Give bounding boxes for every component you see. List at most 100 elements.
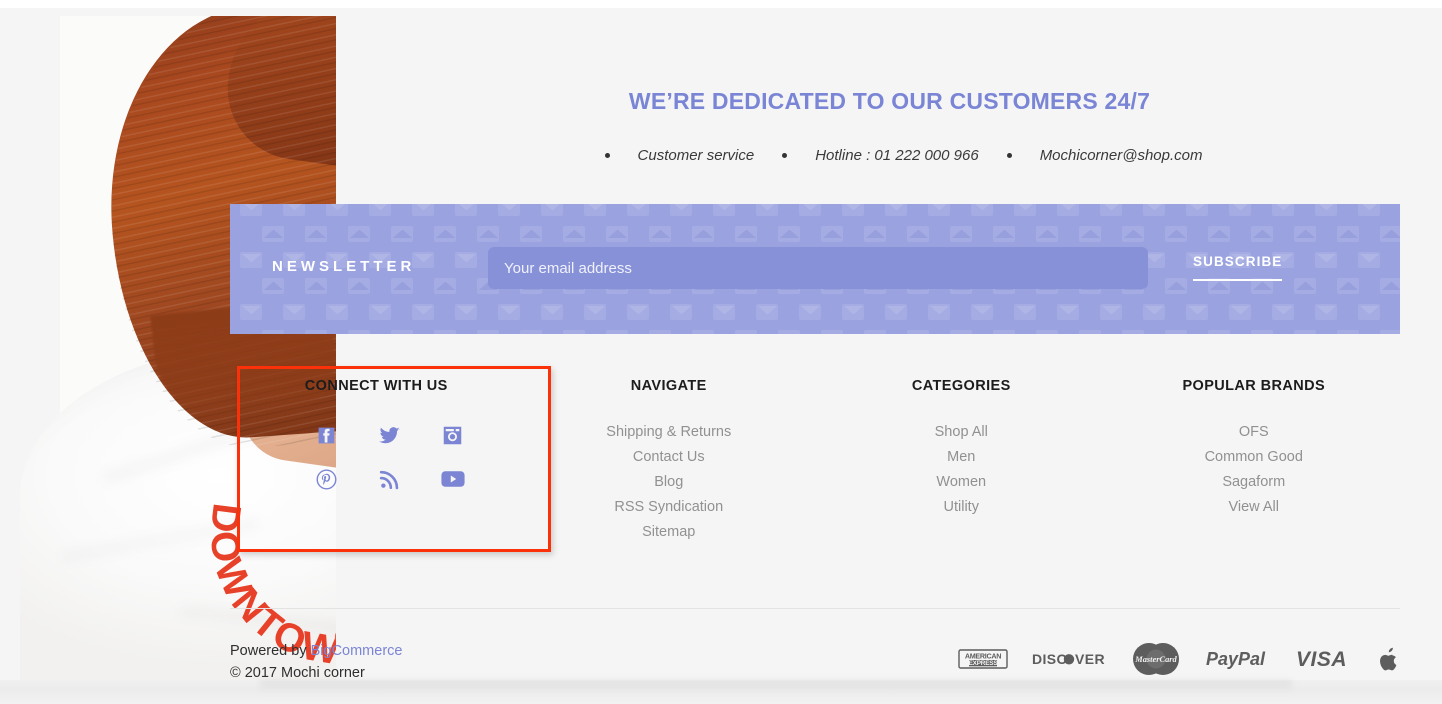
hero-photo-inner: DOWNTOWN bbox=[20, 16, 337, 680]
svg-text:AMERICAN: AMERICAN bbox=[965, 651, 1001, 660]
footer-link-rss-syndication[interactable]: RSS Syndication bbox=[523, 495, 816, 520]
dedication-item-label: Customer service bbox=[637, 147, 755, 164]
mastercard-icon: MasterCard bbox=[1130, 642, 1182, 676]
newsletter-email-input[interactable] bbox=[488, 247, 1148, 289]
envelope-icon bbox=[262, 226, 284, 242]
visa-icon: VISA bbox=[1296, 647, 1354, 671]
envelope-icon bbox=[713, 204, 735, 216]
envelope-icon bbox=[1337, 226, 1359, 242]
social-link-instagram[interactable] bbox=[421, 420, 484, 450]
envelope-icon bbox=[735, 330, 757, 334]
envelope-icon bbox=[584, 304, 606, 320]
rss-icon bbox=[379, 469, 400, 490]
footer-link-men[interactable]: Men bbox=[815, 445, 1108, 470]
footer-link-sagaform[interactable]: Sagaform bbox=[1108, 470, 1401, 495]
envelope-icon bbox=[434, 226, 456, 242]
top-gutter bbox=[0, 0, 1442, 8]
footer-column-title: CONNECT WITH US bbox=[304, 378, 448, 394]
footer-link-blog[interactable]: Blog bbox=[523, 470, 816, 495]
envelope-icon bbox=[735, 226, 757, 242]
envelope-icon bbox=[520, 330, 542, 334]
envelope-icon bbox=[799, 204, 821, 216]
social-link-youtube[interactable] bbox=[421, 464, 484, 494]
powered-by: Powered by BigCommerce bbox=[230, 640, 402, 662]
envelope-icon bbox=[670, 204, 692, 216]
footer-link-contact-us[interactable]: Contact Us bbox=[523, 445, 816, 470]
footer-link-ofs[interactable]: OFS bbox=[1108, 420, 1401, 445]
envelope-icon bbox=[713, 304, 735, 320]
newsletter-label: NEWSLETTER bbox=[272, 258, 416, 275]
envelope-icon bbox=[348, 278, 370, 294]
envelope-icon bbox=[1186, 304, 1208, 320]
envelope-icon bbox=[283, 204, 305, 216]
newsletter-band: NEWSLETTER SUBSCRIBE bbox=[230, 204, 1400, 334]
bigcommerce-link[interactable]: BigCommerce bbox=[311, 643, 403, 659]
copyright-text: © 2017 Mochi corner bbox=[230, 665, 365, 680]
envelope-icon bbox=[1122, 226, 1144, 242]
envelope-icon bbox=[649, 330, 671, 334]
powered-by-label: Powered by bbox=[230, 643, 311, 659]
footer-link-shipping-returns[interactable]: Shipping & Returns bbox=[523, 420, 816, 445]
envelope-icon bbox=[864, 226, 886, 242]
envelope-icon bbox=[778, 226, 800, 242]
envelope-icon bbox=[434, 330, 456, 334]
envelope-icon bbox=[756, 304, 778, 320]
categories-links: Shop All Men Women Utility bbox=[815, 420, 1108, 520]
envelope-icon bbox=[541, 204, 563, 216]
envelope-icon bbox=[1315, 304, 1337, 320]
dedication-item: Mochicorner@shop.com bbox=[979, 147, 1202, 164]
envelope-icon bbox=[670, 304, 692, 320]
envelope-icon bbox=[1079, 226, 1101, 242]
hero-photo: DOWNTOWN bbox=[0, 16, 337, 680]
svg-text:MasterCard: MasterCard bbox=[1134, 655, 1177, 664]
envelope-icon bbox=[520, 226, 542, 242]
footer-link-sitemap[interactable]: Sitemap bbox=[523, 520, 816, 545]
envelope-icon bbox=[842, 304, 864, 320]
footer-link-women[interactable]: Women bbox=[815, 470, 1108, 495]
social-link-rss[interactable] bbox=[358, 464, 421, 494]
envelope-icon bbox=[369, 204, 391, 216]
envelope-icon bbox=[305, 330, 327, 334]
envelope-icon bbox=[1036, 226, 1058, 242]
envelope-icon bbox=[1380, 330, 1400, 334]
envelope-icon bbox=[455, 204, 477, 216]
envelope-icon bbox=[971, 304, 993, 320]
footer-link-view-all[interactable]: View All bbox=[1108, 495, 1401, 520]
envelope-icon bbox=[498, 204, 520, 216]
envelope-icon bbox=[1186, 204, 1208, 216]
envelope-icon bbox=[1337, 278, 1359, 294]
footer-divider bbox=[230, 608, 1400, 609]
envelope-icon bbox=[326, 204, 348, 216]
twitter-icon bbox=[378, 425, 401, 446]
envelope-icon bbox=[606, 330, 628, 334]
envelope-icon bbox=[391, 330, 413, 334]
subscribe-button[interactable]: SUBSCRIBE bbox=[1193, 254, 1282, 289]
dedication-section: WE’RE DEDICATED TO OUR CUSTOMERS 24/7 Cu… bbox=[337, 16, 1442, 164]
bullet-icon bbox=[604, 153, 610, 158]
social-links bbox=[261, 420, 491, 494]
social-link-facebook[interactable] bbox=[295, 420, 358, 450]
footer-column-connect: CONNECT WITH US bbox=[230, 378, 523, 545]
footer-link-common-good[interactable]: Common Good bbox=[1108, 445, 1401, 470]
envelope-icon bbox=[1380, 226, 1400, 242]
social-link-pinterest[interactable] bbox=[295, 464, 358, 494]
envelope-icon bbox=[907, 226, 929, 242]
envelope-icon bbox=[455, 252, 477, 268]
footer-link-shop-all[interactable]: Shop All bbox=[815, 420, 1108, 445]
envelope-icon bbox=[1272, 304, 1294, 320]
envelope-icon bbox=[348, 226, 370, 242]
envelope-icon bbox=[262, 278, 284, 294]
svg-text:DISC: DISC bbox=[1032, 651, 1067, 667]
bullet-icon bbox=[1006, 153, 1012, 158]
svg-text:VER: VER bbox=[1075, 651, 1105, 667]
envelope-icon bbox=[821, 226, 843, 242]
footer-columns: CONNECT WITH US NAVIGATE Shipping & Retu… bbox=[230, 378, 1400, 545]
social-link-twitter[interactable] bbox=[358, 420, 421, 450]
navigate-links: Shipping & Returns Contact Us Blog RSS S… bbox=[523, 420, 816, 545]
american-express-icon: AMERICAN EXPRESS bbox=[958, 647, 1008, 671]
envelope-icon bbox=[971, 204, 993, 216]
envelope-icon bbox=[1079, 330, 1101, 334]
envelope-icon bbox=[627, 204, 649, 216]
footer-column-title: POPULAR BRANDS bbox=[1182, 378, 1326, 394]
footer-link-utility[interactable]: Utility bbox=[815, 495, 1108, 520]
